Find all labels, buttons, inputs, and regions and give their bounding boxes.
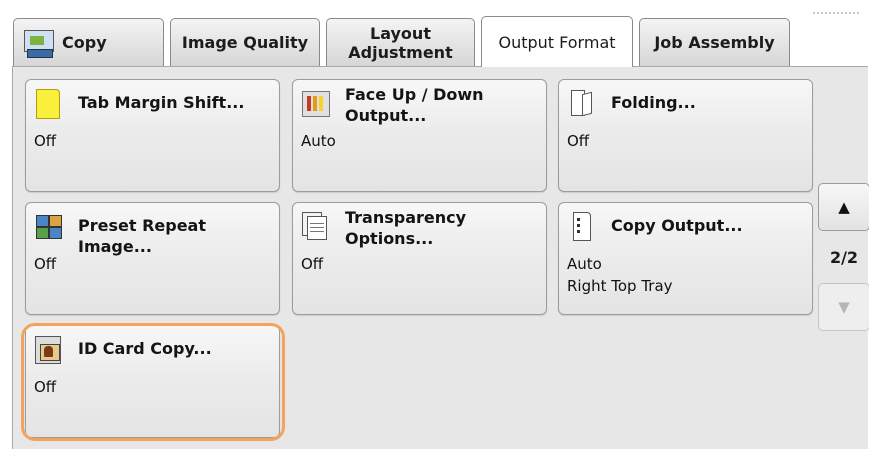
transparency-icon — [301, 211, 331, 241]
tab-label: Image Quality — [181, 33, 309, 52]
tab-label: Output Format — [498, 32, 616, 52]
button-value: Auto — [301, 132, 336, 150]
button-value: Off — [34, 255, 57, 273]
preset-repeat-icon — [34, 211, 64, 241]
preset-repeat-image-button[interactable]: Preset Repeat Image... Off — [25, 202, 280, 315]
tab-output-format[interactable]: Output Format — [481, 16, 633, 67]
id-card-copy-button[interactable]: ID Card Copy... Off — [25, 325, 280, 438]
tab-layout-adjustment[interactable]: Layout Adjustment — [326, 18, 475, 66]
tab-copy[interactable]: Copy — [13, 18, 164, 66]
tab-image-quality[interactable]: Image Quality — [170, 18, 320, 66]
button-title: Copy Output... — [611, 216, 743, 235]
button-value: Off — [567, 132, 590, 150]
button-title: Transparency Options... — [345, 208, 467, 248]
tab-label: Job Assembly — [654, 33, 775, 52]
button-value-secondary: Right Top Tray — [567, 277, 673, 295]
decorative-dots — [813, 12, 859, 14]
tab-paper-icon — [34, 88, 64, 119]
output-format-panel: Tab Margin Shift... Off Face Up / Down O… — [12, 66, 869, 449]
scroll-down-button[interactable]: ▼ — [818, 283, 869, 331]
button-value: Off — [34, 378, 57, 396]
folding-button[interactable]: Folding... Off — [558, 79, 813, 192]
tab-bar: Copy Image Quality Layout Adjustment Out… — [0, 0, 869, 67]
tab-margin-shift-button[interactable]: Tab Margin Shift... Off — [25, 79, 280, 192]
button-title: Face Up / Down Output... — [345, 85, 484, 125]
arrow-up-icon: ▲ — [838, 198, 850, 216]
tab-job-assembly[interactable]: Job Assembly — [639, 18, 790, 66]
page-indicator: 2/2 — [829, 248, 859, 267]
button-value: Auto — [567, 255, 602, 273]
scroll-up-button[interactable]: ▲ — [818, 183, 869, 231]
button-title: ID Card Copy... — [78, 339, 212, 358]
face-up-down-output-button[interactable]: Face Up / Down Output... Auto — [292, 79, 547, 192]
folding-icon — [567, 88, 597, 118]
button-value: Off — [301, 255, 324, 273]
tab-label: Layout Adjustment — [348, 23, 453, 62]
transparency-options-button[interactable]: Transparency Options... Off — [292, 202, 547, 315]
copy-output-icon — [567, 211, 597, 241]
button-title: Folding... — [611, 93, 696, 112]
button-title: Tab Margin Shift... — [78, 93, 245, 112]
tab-label: Copy — [62, 33, 107, 52]
id-card-icon — [34, 334, 64, 364]
button-title: Preset Repeat Image... — [78, 216, 206, 256]
copy-icon — [24, 29, 54, 58]
copy-output-button[interactable]: Copy Output... Auto Right Top Tray — [558, 202, 813, 315]
button-value: Off — [34, 132, 57, 150]
face-up-down-icon — [301, 88, 331, 118]
arrow-down-icon: ▼ — [838, 298, 850, 316]
